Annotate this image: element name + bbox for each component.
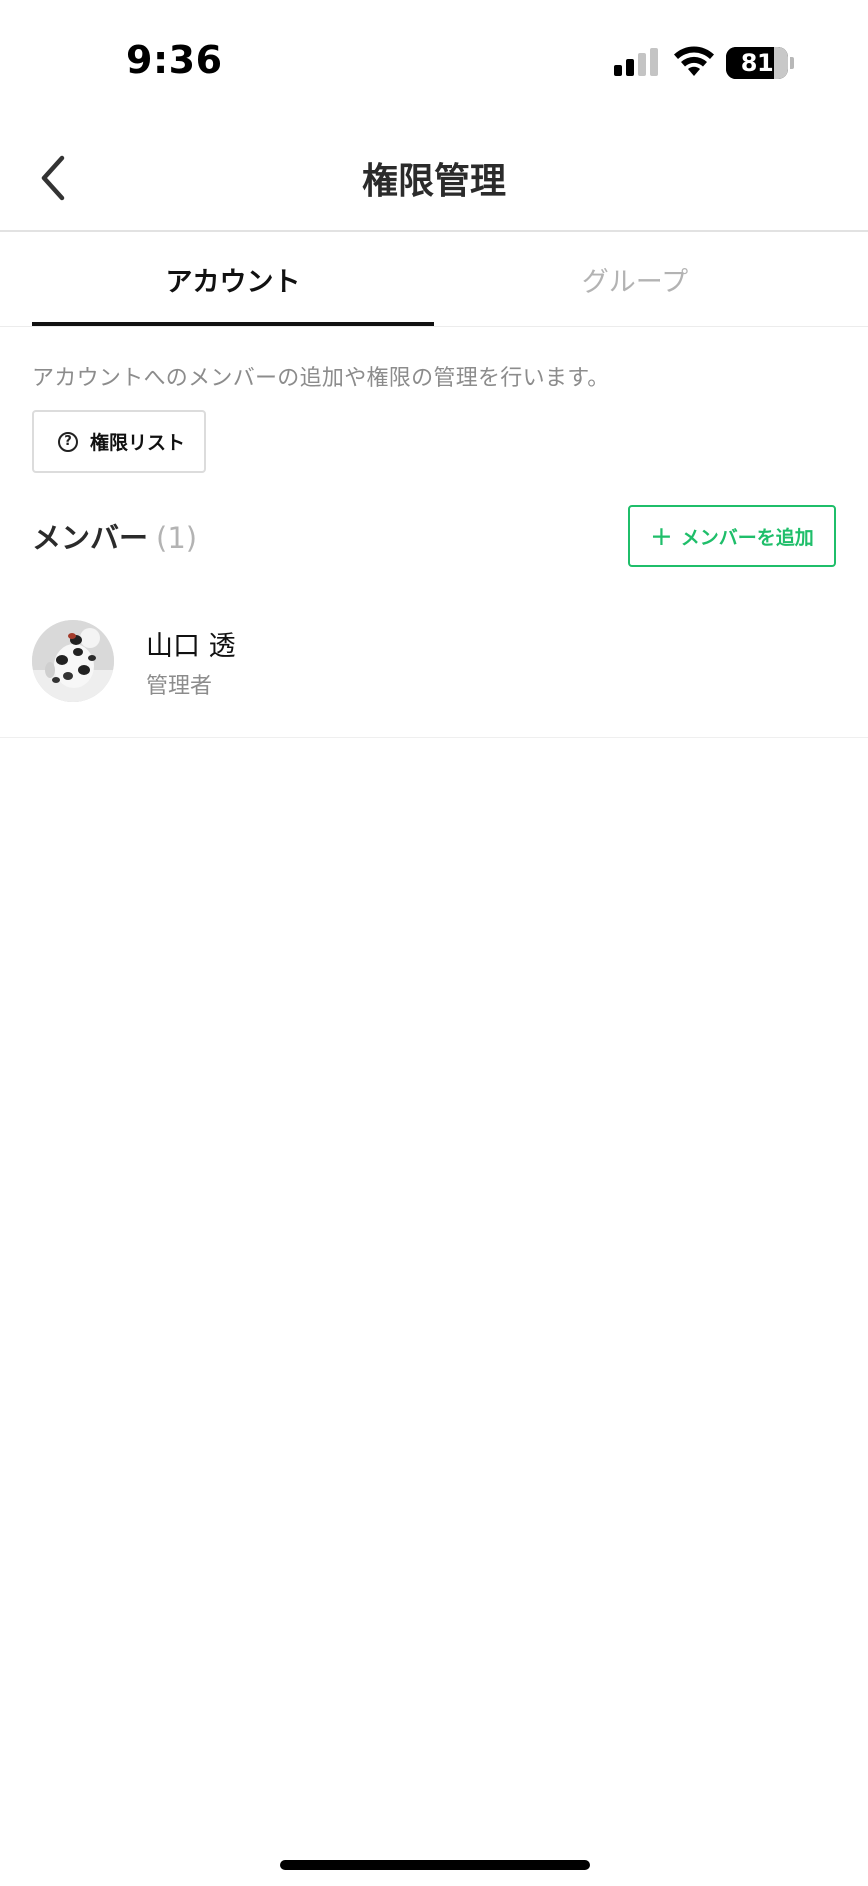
- status-time: 9:36: [126, 38, 223, 82]
- battery-cap: [790, 57, 794, 69]
- members-title: メンバー: [32, 521, 149, 555]
- status-bar: 9:36 81: [0, 0, 868, 130]
- members-heading: メンバー (1): [32, 515, 197, 557]
- tab-account[interactable]: アカウント: [32, 232, 434, 327]
- cellular-signal-icon: [614, 48, 658, 76]
- members-count: (1): [156, 521, 198, 555]
- add-member-label: メンバーを追加: [680, 526, 814, 549]
- tab-bar: アカウント グループ: [0, 232, 868, 327]
- nav-header: 権限管理: [0, 130, 868, 232]
- home-indicator[interactable]: [280, 1860, 590, 1870]
- wifi-icon: [674, 46, 714, 76]
- permission-management-screen: 9:36 81 権限管理 アカウント グループ アカウントへのメンバーの追加や権…: [0, 0, 868, 1886]
- avatar: [32, 620, 114, 702]
- member-name: 山口 透: [146, 631, 236, 662]
- battery-icon: 81: [726, 47, 788, 79]
- avatar-photo: [32, 620, 114, 702]
- member-role: 管理者: [146, 674, 213, 699]
- row-divider: [0, 737, 868, 738]
- tab-group[interactable]: グループ: [434, 232, 836, 327]
- member-list-item[interactable]: 山口 透 管理者: [0, 610, 868, 738]
- add-member-button[interactable]: + メンバーを追加: [628, 505, 836, 567]
- battery-level-text: 81: [740, 49, 774, 77]
- permission-list-label: 権限リスト: [90, 432, 186, 454]
- help-icon: ?: [58, 431, 78, 452]
- page-title: 権限管理: [361, 161, 506, 202]
- description-text: アカウントへのメンバーの追加や権限の管理を行います。: [32, 366, 610, 391]
- plus-icon: +: [650, 520, 673, 552]
- permission-list-button[interactable]: ? 権限リスト: [32, 410, 206, 473]
- tabs-divider: [0, 326, 868, 327]
